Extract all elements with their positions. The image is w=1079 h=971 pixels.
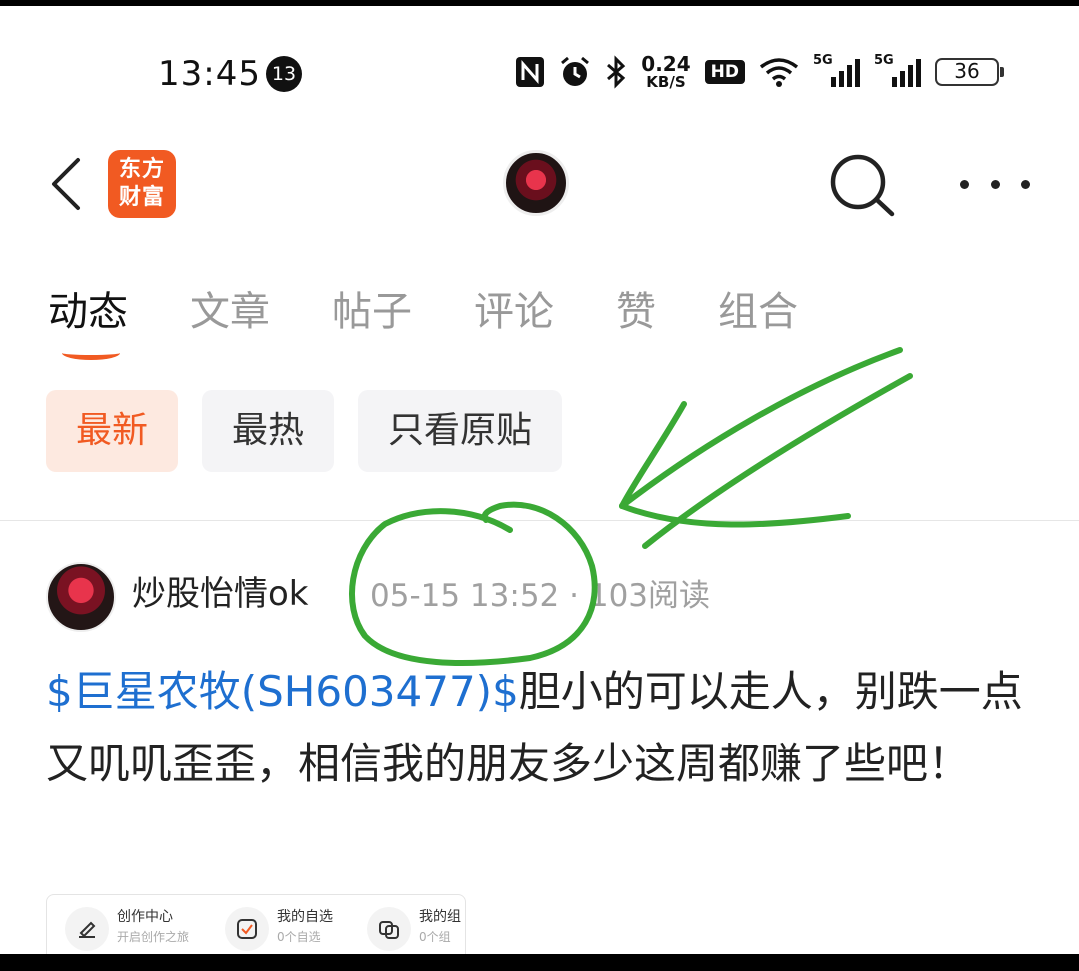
- filter-original-only-button[interactable]: 只看原贴: [358, 390, 563, 472]
- status-icons: 0.24 KB/S HD 5G 5G 36: [515, 51, 1004, 92]
- filter-latest-button[interactable]: 最新: [46, 390, 179, 472]
- checkbox-icon: [225, 907, 269, 951]
- edit-icon: [65, 907, 109, 951]
- hd-voice-icon: HD: [704, 60, 745, 84]
- tab-dynamic[interactable]: 动态: [48, 284, 128, 360]
- filter-chips: 最新 最热 只看原贴: [46, 390, 563, 472]
- card-item-watchlist: 我的自选 0个自选: [225, 907, 333, 951]
- notification-count-badge: 13: [266, 56, 302, 92]
- tab-portfolio[interactable]: 组合: [718, 284, 798, 340]
- tab-articles[interactable]: 文章: [190, 284, 270, 340]
- author-avatar[interactable]: [46, 562, 116, 632]
- wifi-icon: [759, 57, 799, 87]
- stock-link[interactable]: $巨星农牧(SH603477)$: [46, 667, 519, 716]
- tab-comments[interactable]: 评论: [474, 284, 554, 340]
- active-tab-indicator: [62, 346, 120, 360]
- app-screen: 13:45 13 0.24 KB/S HD 5G 5G 36 东方 财富 动态 …: [0, 6, 1079, 954]
- battery-icon: 36: [935, 58, 1004, 86]
- divider: [0, 520, 1079, 521]
- tab-posts[interactable]: 帖子: [332, 284, 412, 340]
- search-icon[interactable]: [826, 152, 898, 218]
- more-options-icon[interactable]: [960, 166, 1030, 202]
- status-bar: 13:45 13 0.24 KB/S HD 5G 5G 36: [0, 6, 1079, 126]
- filter-hottest-button[interactable]: 最热: [202, 390, 335, 472]
- eastmoney-logo[interactable]: 东方 财富: [108, 150, 176, 218]
- cell-signal-1-icon: 5G: [813, 53, 860, 87]
- annotation-arrow-head-top: [619, 401, 687, 509]
- bluetooth-icon: [605, 55, 627, 89]
- card-item-creator-center: 创作中心 开启创作之旅: [65, 907, 189, 951]
- network-speed: 0.24 KB/S: [641, 51, 691, 91]
- status-time: 13:45: [158, 54, 261, 94]
- post-timestamp: 05-15 13:52: [370, 578, 560, 614]
- meta-separator: ·: [569, 578, 579, 614]
- annotation-arrow-head-bottom: [619, 503, 851, 528]
- back-arrow-icon[interactable]: [46, 156, 86, 212]
- annotation-arrow-shaft-1: [619, 347, 903, 509]
- cell-signal-2-icon: 5G: [874, 53, 921, 87]
- portfolio-icon: [367, 907, 411, 951]
- author-name[interactable]: 炒股怡情ok: [132, 572, 309, 616]
- post-read-count: 103阅读: [588, 578, 711, 614]
- profile-tabs: 动态 文章 帖子 评论 赞 组合: [48, 284, 798, 360]
- post-meta: 05-15 13:52 · 103阅读: [370, 576, 710, 616]
- post-image[interactable]: 创作中心 开启创作之旅 我的自选 0个自选 我的组 0个组: [46, 894, 466, 954]
- tab-likes[interactable]: 赞: [616, 284, 656, 340]
- header-avatar[interactable]: [503, 150, 569, 216]
- card-item-portfolio: 我的组 0个组: [367, 907, 461, 951]
- nfc-icon: [515, 56, 545, 88]
- alarm-icon: [559, 55, 591, 89]
- post-body[interactable]: $巨星农牧(SH603477)$胆小的可以走人，别跌一点又叽叽歪歪，相信我的朋友…: [46, 656, 1036, 800]
- green-annotation: [349, 347, 913, 666]
